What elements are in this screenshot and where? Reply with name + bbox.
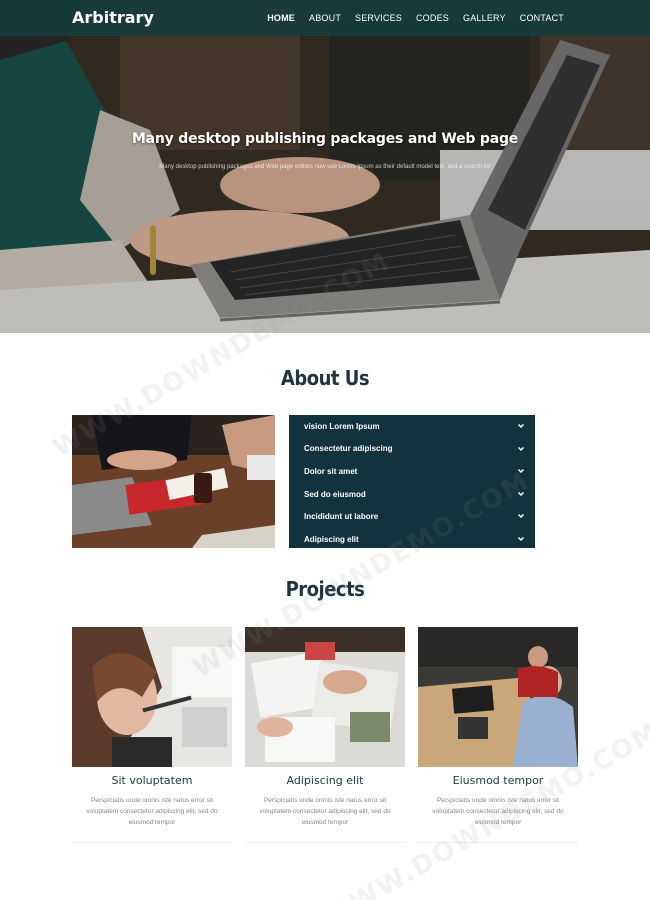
chevron-down-icon (517, 536, 525, 542)
project-image[interactable] (245, 627, 405, 767)
accordion-item[interactable]: Dolor sit amet (289, 460, 535, 483)
accordion-item[interactable]: Adipiscing elit (289, 528, 535, 551)
nav-contact[interactable]: CONTACT (520, 13, 564, 23)
main-nav: HOME ABOUT SERVICES CODES GALLERY CONTAC… (253, 13, 564, 23)
divider (245, 842, 405, 843)
accordion-item-label: vision Lorem Ipsum (304, 421, 380, 431)
project-card[interactable]: Adipiscing elit Perspiciatis unde omnis … (245, 627, 405, 843)
brand-logo[interactable]: Arbitrary (72, 8, 154, 27)
chevron-down-icon (517, 423, 525, 429)
chevron-down-icon (517, 514, 525, 519)
chevron-down-icon (517, 491, 525, 496)
about-title: About Us (280, 366, 370, 390)
about-accordion: vision Lorem Ipsum Consectetur adipiscin… (289, 415, 535, 548)
top-navbar: Arbitrary HOME ABOUT SERVICES CODES GALL… (0, 0, 650, 36)
nav-about[interactable]: ABOUT (309, 13, 341, 23)
divider (418, 842, 578, 843)
divider (72, 842, 232, 843)
accordion-item-label: Dolor sit amet (304, 466, 358, 476)
accordion-item[interactable]: Incididunt ut labore (289, 505, 535, 528)
project-card[interactable]: Sit voluptatem Perspiciatis unde omnis i… (72, 627, 232, 843)
project-name: Sit voluptatem (111, 774, 193, 787)
projects-title: Projects (285, 577, 365, 601)
chevron-down-icon (517, 469, 525, 474)
nav-codes[interactable]: CODES (416, 13, 449, 23)
accordion-item-label: Sed do eiusmod (304, 489, 366, 499)
project-card[interactable]: Eiusmod tempor Perspiciatis unde omnis i… (418, 627, 578, 843)
project-image[interactable] (418, 627, 578, 767)
about-photo (72, 415, 275, 548)
nav-gallery[interactable]: GALLERY (463, 13, 506, 23)
project-desc: Perspiciatis unde omnis iste natus error… (86, 797, 218, 826)
nav-services[interactable]: SERVICES (355, 13, 402, 23)
project-desc: Perspiciatis unde omnis iste natus error… (259, 797, 391, 826)
accordion-item[interactable]: Consectetur adipiscing (289, 438, 535, 461)
project-name: Adipiscing elit (286, 774, 364, 787)
accordion-item-label: Adipiscing elit (304, 534, 359, 544)
hero-banner: Arbitrary HOME ABOUT SERVICES CODES GALL… (0, 0, 650, 333)
hero-title: Many desktop publishing packages and Web… (131, 131, 519, 147)
accordion-item-label: Incididunt ut labore (304, 512, 379, 522)
project-image[interactable] (72, 627, 232, 767)
nav-home[interactable]: HOME (267, 13, 295, 23)
accordion-item-label: Consectetur adipiscing (304, 444, 393, 454)
accordion-item[interactable]: vision Lorem Ipsum (289, 415, 535, 438)
project-name: Eiusmod tempor (452, 774, 544, 787)
hero-subtitle: Many desktop publishing packages and Web… (159, 164, 491, 170)
accordion-item[interactable]: Sed do eiusmod (289, 483, 535, 506)
chevron-down-icon (517, 446, 525, 451)
project-desc: Perspiciatis unde omnis iste natus error… (432, 797, 564, 826)
